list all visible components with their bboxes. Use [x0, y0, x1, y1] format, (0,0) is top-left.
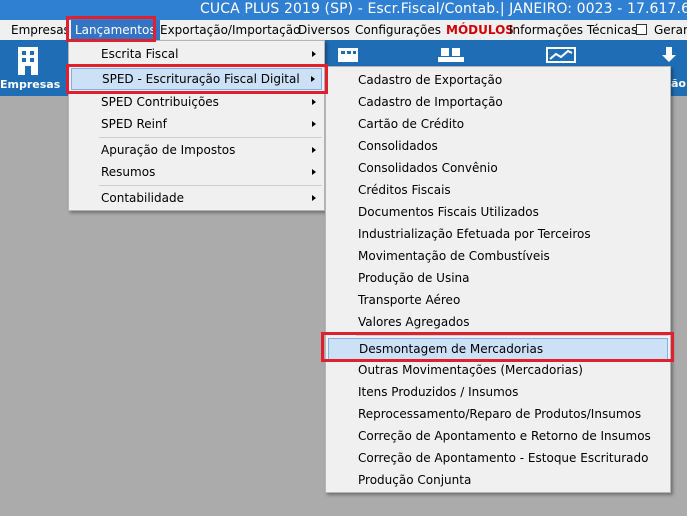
menu-item-label: Resumos	[101, 165, 156, 179]
menu-item-label: SPED - Escrituração Fiscal Digital	[102, 72, 300, 86]
window-title: CUCA PLUS 2019 (SP) - Escr.Fiscal/Contab…	[200, 1, 687, 17]
download-icon	[661, 47, 676, 62]
submenu-arrow-icon	[312, 169, 316, 175]
submenu-item[interactable]: Movimentação de Combustíveis	[328, 245, 668, 267]
submenu-item-desmontagem-mercadorias[interactable]: Desmontagem de Mercadorias	[328, 338, 668, 360]
submenu-item[interactable]: Reprocessamento/Reparo de Produtos/Insum…	[328, 403, 668, 425]
submenu-item[interactable]: Cadastro de Importação	[328, 91, 668, 113]
submenu-item[interactable]: Itens Produzidos / Insumos	[328, 381, 668, 403]
submenu-arrow-icon	[312, 147, 316, 153]
submenu-item[interactable]: Consolidados	[328, 135, 668, 157]
submenu-item[interactable]: Cartão de Crédito	[328, 113, 668, 135]
submenu-item[interactable]: Correção de Apontamento e Retorno de Ins…	[328, 425, 668, 447]
menu-separator	[99, 185, 322, 186]
menu-item-label: Contabilidade	[101, 191, 184, 205]
submenu-arrow-icon	[312, 121, 316, 127]
menu-configuracoes[interactable]: Configurações	[355, 23, 441, 37]
menu-item-sped-fiscal[interactable]: SPED - Escrituração Fiscal Digital	[71, 68, 322, 90]
menu-separator	[356, 335, 668, 336]
menu-item-contabilidade[interactable]: Contabilidade	[71, 187, 322, 209]
menu-item-label: SPED Reinf	[101, 117, 167, 131]
gerar-checkbox-label: Gerar L	[654, 23, 687, 37]
submenu-arrow-icon	[312, 195, 316, 201]
submenu-item[interactable]: Outras Movimentações (Mercadorias)	[328, 359, 668, 381]
menu-lancamentos[interactable]: Lançamentos	[71, 20, 160, 40]
submenu-item[interactable]: Transporte Aéreo	[328, 289, 668, 311]
documents-icon	[438, 48, 464, 62]
menu-item-label: Apuração de Impostos	[101, 143, 236, 157]
toolbar-empresas-button[interactable]: Empresas	[0, 40, 61, 96]
menu-exportacao-importacao[interactable]: Exportação/Importação	[160, 23, 300, 37]
submenu-arrow-icon	[312, 51, 316, 57]
submenu-item[interactable]: Créditos Fiscais	[328, 179, 668, 201]
submenu-item[interactable]: Industrialização Efetuada por Terceiros	[328, 223, 668, 245]
menu-empresas[interactable]: Empresas	[11, 23, 70, 37]
submenu-arrow-icon	[312, 99, 316, 105]
menu-item-apuracao-impostos[interactable]: Apuração de Impostos	[71, 139, 322, 161]
menu-separator	[99, 137, 322, 138]
chart-icon	[546, 47, 576, 63]
submenu-item[interactable]: Correção de Apontamento - Estoque Escrit…	[328, 447, 668, 469]
menu-item-resumos[interactable]: Resumos	[71, 161, 322, 183]
menu-item-sped-contribuicoes[interactable]: SPED Contribuições	[71, 91, 322, 113]
menu-item-label: SPED Contribuições	[101, 95, 219, 109]
submenu-item[interactable]: Produção de Usina	[328, 267, 668, 289]
menu-modulos[interactable]: MÓDULOS	[446, 23, 514, 37]
menu-bar: Empresas Lançamentos Exportação/Importaç…	[0, 20, 687, 40]
menu-item-sped-reinf[interactable]: SPED Reinf	[71, 113, 322, 135]
lancamentos-menu: Escrita Fiscal SPED - Escrituração Fisca…	[68, 40, 325, 211]
submenu-item[interactable]: Valores Agregados	[328, 311, 668, 333]
building-icon	[18, 47, 38, 75]
menu-informacoes-tecnicas[interactable]: Informações Técnicas	[509, 23, 637, 37]
submenu-arrow-icon	[311, 76, 315, 82]
submenu-item[interactable]: Produção Conjunta	[328, 469, 668, 491]
sped-submenu: Cadastro de Exportação Cadastro de Impor…	[325, 66, 671, 493]
submenu-item[interactable]: Documentos Fiscais Utilizados	[328, 201, 668, 223]
menu-diversos[interactable]: Diversos	[298, 23, 350, 37]
gerar-checkbox[interactable]	[636, 24, 647, 35]
window-titlebar: CUCA PLUS 2019 (SP) - Escr.Fiscal/Contab…	[0, 0, 687, 20]
menu-item-escrita-fiscal[interactable]: Escrita Fiscal	[71, 43, 322, 65]
menu-item-label: Escrita Fiscal	[101, 47, 179, 61]
calculator-icon	[338, 48, 358, 62]
submenu-item[interactable]: Cadastro de Exportação	[328, 69, 668, 91]
toolbar-empresas-label: Empresas	[0, 78, 61, 91]
submenu-item[interactable]: Consolidados Convênio	[328, 157, 668, 179]
